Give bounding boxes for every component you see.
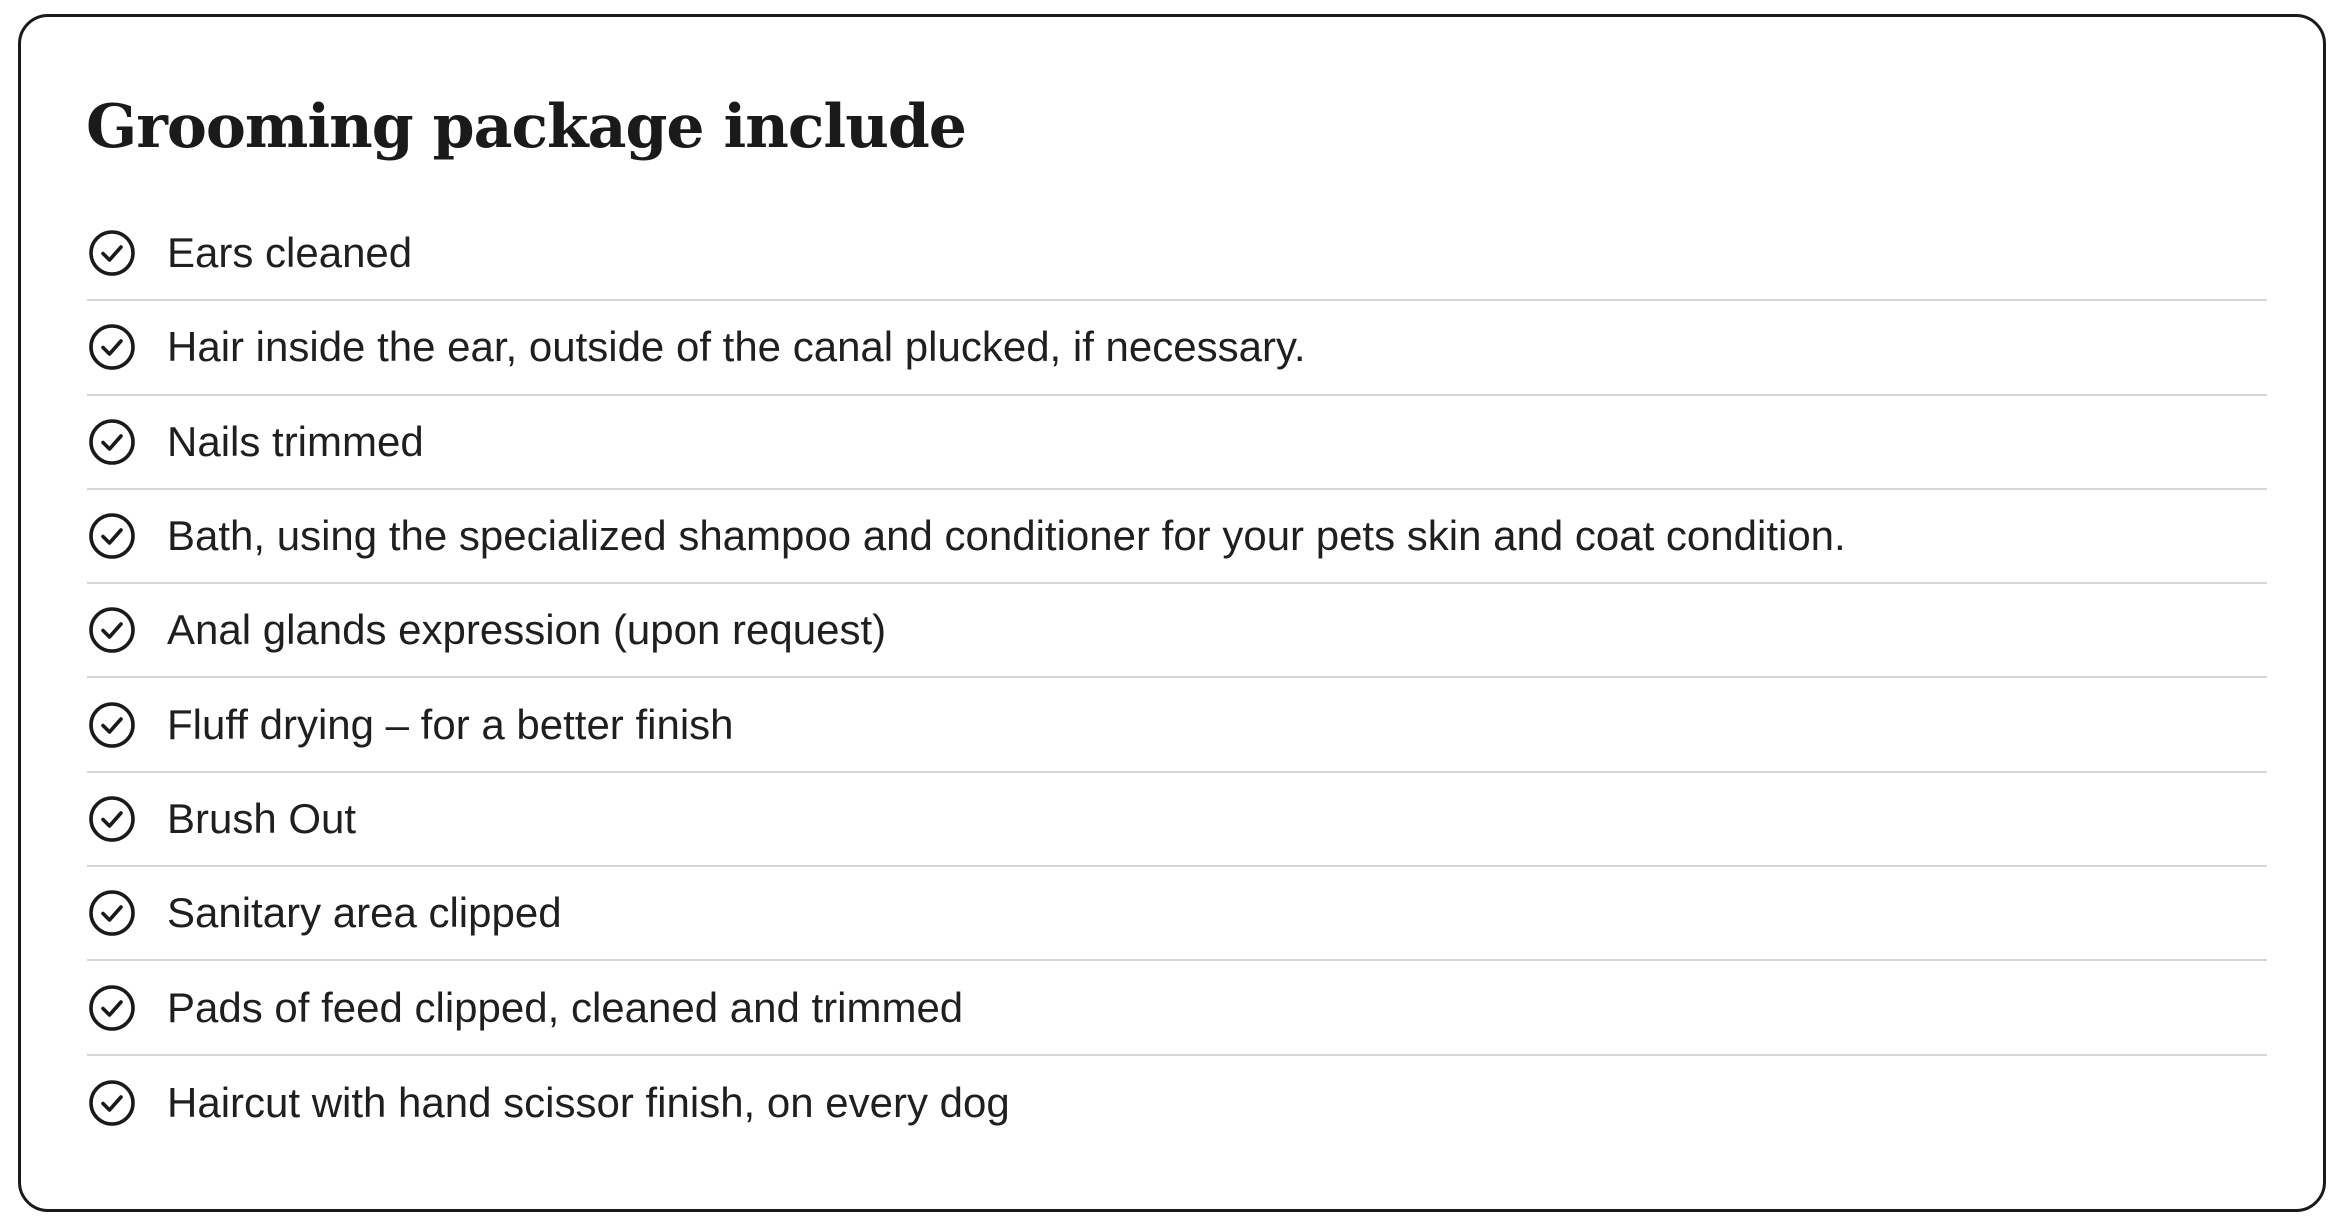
- list-item-label: Brush Out: [167, 794, 357, 842]
- check-circle-icon: [87, 605, 137, 655]
- check-circle-icon: [87, 888, 137, 938]
- list-item: Pads of feed clipped, cleaned and trimme…: [87, 961, 2267, 1056]
- list-item: Bath, using the specialized shampoo and …: [87, 490, 2267, 585]
- check-circle-icon: [87, 794, 137, 844]
- list-item-label: Bath, using the specialized shampoo and …: [167, 512, 1846, 560]
- list-item: Sanitary area clipped: [87, 867, 2267, 962]
- list-item: Hair inside the ear, outside of the cana…: [87, 301, 2267, 396]
- list-item: Brush Out: [87, 773, 2267, 868]
- list-item-label: Nails trimmed: [167, 417, 424, 465]
- card-title: Grooming package include: [86, 92, 967, 162]
- included-services-list: Ears cleaned Hair inside the ear, outsid…: [87, 207, 2267, 1150]
- list-item-label: Pads of feed clipped, cleaned and trimme…: [167, 983, 964, 1031]
- list-item-label: Hair inside the ear, outside of the cana…: [167, 323, 1306, 371]
- list-item: Nails trimmed: [87, 396, 2267, 490]
- check-circle-icon: [87, 228, 137, 278]
- list-item-label: Ears cleaned: [167, 229, 413, 277]
- list-item: Fluff drying – for a better finish: [87, 678, 2267, 773]
- list-item-label: Haircut with hand scissor finish, on eve…: [167, 1078, 1010, 1126]
- check-circle-icon: [87, 511, 137, 561]
- list-item-label: Fluff drying – for a better finish: [167, 700, 734, 748]
- list-item: Ears cleaned: [87, 207, 2267, 302]
- check-circle-icon: [87, 322, 137, 372]
- check-circle-icon: [87, 700, 137, 750]
- check-circle-icon: [87, 417, 137, 467]
- list-item: Anal glands expression (upon request): [87, 584, 2267, 679]
- list-item-label: Anal glands expression (upon request): [167, 606, 887, 654]
- grooming-package-card: Grooming package include Ears cleaned Ha…: [18, 14, 2326, 1212]
- check-circle-icon: [87, 1078, 137, 1128]
- list-item-label: Sanitary area clipped: [167, 889, 562, 937]
- check-circle-icon: [87, 983, 137, 1033]
- list-item: Haircut with hand scissor finish, on eve…: [87, 1056, 2267, 1150]
